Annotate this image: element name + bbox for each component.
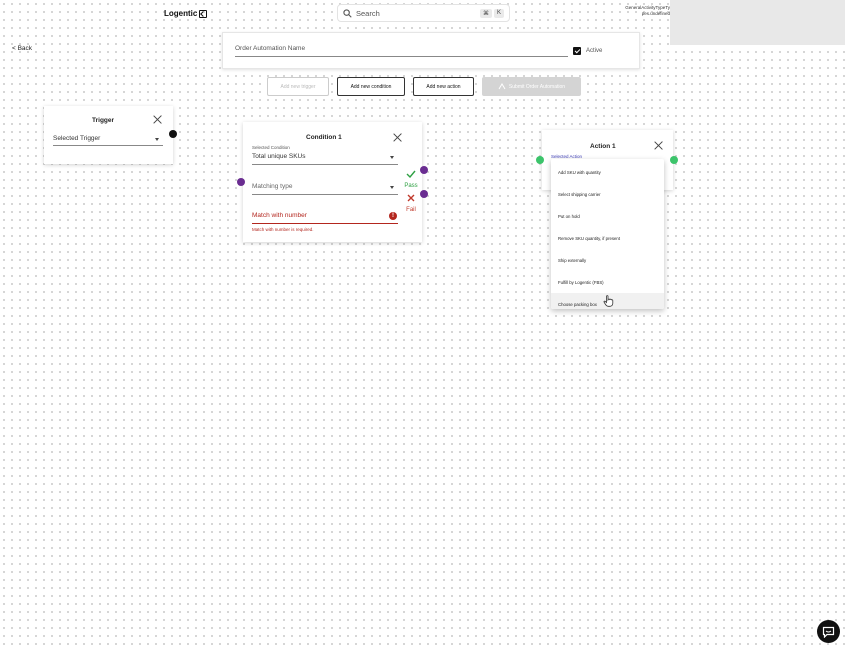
menu-item-add-sku[interactable]: Add SKU with quantity — [551, 161, 664, 183]
pass-indicator: Pass — [404, 165, 418, 189]
menu-item-fulfill-by-logentic[interactable]: Fulfill by Logentic (FBS) — [551, 271, 664, 293]
action-title: Action 1 — [590, 143, 616, 150]
fail-label: Fail — [406, 207, 416, 213]
back-link[interactable]: < Back — [12, 45, 32, 52]
chevron-down-icon — [390, 156, 394, 159]
active-toggle[interactable]: Active — [573, 47, 602, 55]
add-action-button[interactable]: Add new action — [413, 77, 474, 96]
action-output-port[interactable] — [670, 156, 678, 164]
matching-type-placeholder: Matching type — [252, 183, 293, 190]
submit-label: Submit Order Automation — [508, 83, 566, 90]
action-input-port[interactable] — [536, 156, 544, 164]
active-label: Active — [586, 48, 603, 54]
condition-card: Condition 1 Selected Condition Total uni… — [243, 122, 422, 242]
chevron-down-icon — [155, 138, 159, 141]
logo[interactable]: Logentic — [164, 9, 208, 18]
fail-indicator: Fail — [404, 189, 418, 213]
condition-select-value: Total unique SKUs — [252, 153, 306, 160]
search-shortcut: ⌘ K — [479, 8, 504, 18]
search-bar[interactable]: Search ⌘ K — [337, 4, 510, 22]
condition-input-port[interactable] — [237, 178, 245, 186]
chat-icon — [822, 626, 835, 638]
match-number-error: Match with number is required. — [252, 227, 314, 232]
automation-name-card: Order Automation Name Active — [222, 32, 640, 69]
action-dropdown-menu: Add SKU with quantity Select shipping ca… — [551, 159, 664, 309]
x-icon — [407, 194, 415, 202]
add-condition-button[interactable]: Add new condition — [337, 77, 405, 96]
trigger-output-port[interactable] — [169, 130, 177, 138]
submit-icon — [498, 83, 506, 90]
pass-output-port[interactable] — [420, 166, 428, 174]
check-icon — [406, 170, 416, 179]
submit-automation-button[interactable]: Submit Order Automation — [482, 77, 581, 96]
automation-name-input[interactable]: Order Automation Name — [235, 45, 568, 57]
debug-text: GeneralActivityTypeTypes.undefined — [625, 5, 670, 16]
close-icon[interactable] — [153, 115, 162, 124]
search-placeholder: Search — [356, 8, 380, 18]
trigger-select-placeholder: Selected Trigger — [53, 135, 101, 142]
condition-select[interactable]: Selected Condition Total unique SKUs — [252, 145, 398, 165]
hand-cursor-icon — [603, 295, 614, 307]
close-icon[interactable] — [654, 141, 663, 150]
menu-item-shipping-carrier[interactable]: Select shipping carrier — [551, 183, 664, 205]
fail-output-port[interactable] — [420, 190, 428, 198]
header-panel — [670, 0, 845, 45]
shortcut-key: K — [493, 8, 504, 18]
matching-type-select[interactable]: Matching type — [252, 183, 398, 195]
error-icon: ! — [389, 212, 397, 220]
search-icon — [343, 8, 352, 18]
chat-button[interactable] — [817, 620, 840, 643]
menu-item-put-on-hold[interactable]: Put on hold — [551, 205, 664, 227]
add-trigger-button[interactable]: Add new trigger — [267, 77, 329, 96]
chevron-down-icon — [390, 186, 394, 189]
condition-select-label: Selected Condition — [252, 145, 290, 150]
match-number-input[interactable]: Match with number ! — [252, 212, 398, 224]
logo-icon — [199, 9, 208, 18]
active-checkbox[interactable] — [573, 47, 581, 55]
menu-item-ship-externally[interactable]: Ship externally — [551, 249, 664, 271]
trigger-card: Trigger Selected Trigger — [44, 106, 173, 164]
trigger-title: Trigger — [92, 117, 115, 124]
shortcut-cmd: ⌘ — [479, 8, 492, 18]
match-number-placeholder: Match with number — [252, 212, 307, 219]
logo-text: Logentic — [164, 9, 198, 18]
close-icon[interactable] — [393, 133, 402, 142]
condition-title: Condition 1 — [306, 134, 342, 141]
trigger-select[interactable]: Selected Trigger — [53, 135, 163, 146]
menu-item-remove-sku[interactable]: Remove SKU quantity, if present — [551, 227, 664, 249]
